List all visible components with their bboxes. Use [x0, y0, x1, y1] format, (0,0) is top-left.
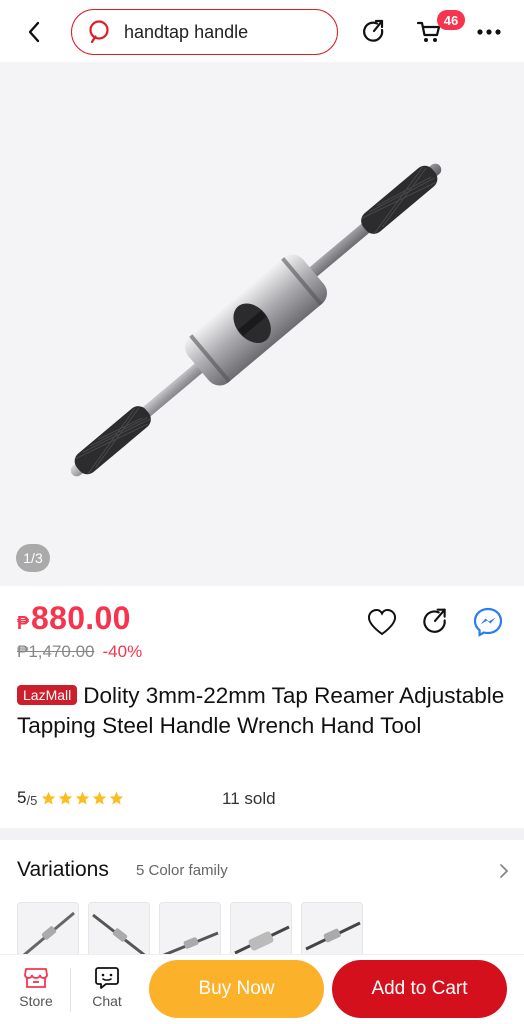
star-icon: [110, 791, 124, 804]
chat-button[interactable]: Chat: [80, 966, 134, 1009]
product-title-text: Dolity 3mm-22mm Tap Reamer Adjustable Ta…: [17, 683, 505, 738]
rating-stars: [41, 791, 124, 806]
rating[interactable]: 5 /5: [17, 788, 124, 808]
store-icon: [24, 968, 48, 988]
product-image[interactable]: [0, 62, 524, 586]
share-product-icon[interactable]: [419, 606, 451, 638]
original-price-row: ₱1,470.00 -40%: [17, 642, 142, 662]
star-icon: [93, 791, 107, 804]
divider: [70, 968, 71, 1012]
star-icon: [76, 791, 90, 804]
discount-badge: -40%: [102, 642, 143, 661]
search-bar[interactable]: handtap handle: [71, 9, 338, 55]
chevron-right-icon[interactable]: [496, 862, 512, 880]
original-price: ₱1,470.00: [17, 642, 95, 661]
store-label: Store: [19, 993, 53, 1009]
rating-value: 5: [17, 788, 27, 807]
product-title: LazMall Dolity 3mm-22mm Tap Reamer Adjust…: [17, 681, 512, 741]
cart-count-badge: 46: [437, 10, 465, 30]
messenger-icon[interactable]: [472, 606, 504, 638]
share-icon[interactable]: [359, 17, 389, 47]
image-pager: 1/3: [16, 544, 50, 572]
price: ₱ 880.00: [17, 600, 131, 637]
heart-icon[interactable]: [366, 606, 398, 638]
variations-subtitle: 5 Color family: [136, 862, 228, 879]
add-to-cart-button[interactable]: Add to Cart: [332, 960, 507, 1018]
search-query: handtap handle: [124, 21, 249, 42]
star-icon: [59, 791, 73, 804]
chat-label: Chat: [92, 993, 122, 1009]
sold-count: 11 sold: [222, 789, 276, 808]
price-value: 880.00: [31, 600, 131, 636]
rating-scale: /5: [26, 792, 38, 808]
more-icon[interactable]: [474, 17, 504, 47]
buy-now-button[interactable]: Buy Now: [149, 960, 324, 1018]
search-icon: [89, 20, 109, 44]
store-button[interactable]: Store: [9, 966, 63, 1009]
lazmall-badge: LazMall: [17, 685, 78, 705]
currency-symbol: ₱: [17, 613, 30, 633]
chat-icon: [95, 967, 119, 989]
star-icon: [42, 791, 56, 804]
back-icon[interactable]: [20, 18, 48, 46]
variations-title: Variations: [17, 858, 109, 881]
